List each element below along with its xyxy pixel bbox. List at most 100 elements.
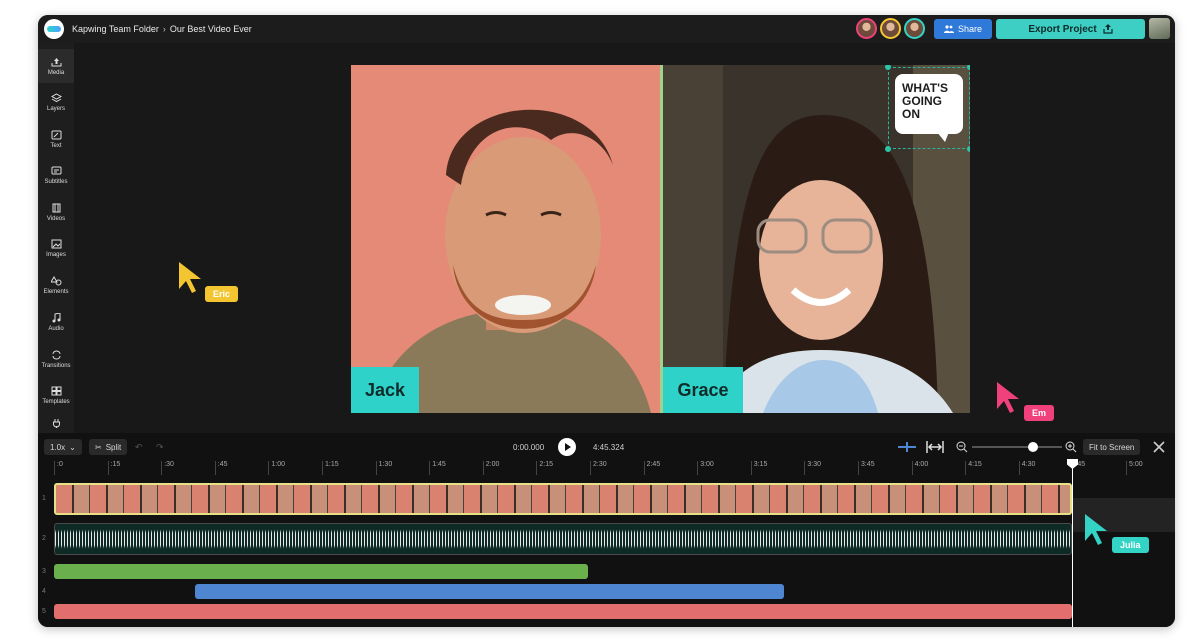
share-button[interactable]: Share	[934, 19, 992, 39]
breadcrumb-folder[interactable]: Kapwing Team Folder	[72, 24, 159, 34]
ruler-tick: 3:15	[750, 461, 767, 475]
templates-icon	[51, 386, 61, 395]
redo-icon[interactable]: ↷	[156, 442, 164, 453]
speech-bubble-sticker[interactable]: WHAT'S GOING ON	[895, 74, 963, 134]
zoom-slider[interactable]	[972, 442, 1062, 452]
track-number: 3	[42, 568, 46, 575]
editor-canvas[interactable]: Jack Grace WHAT'S GOING ON Eric Em	[74, 43, 1175, 433]
top-bar: Kapwing Team Folder › Our Best Video Eve…	[38, 15, 1175, 43]
export-label: Export Project	[1028, 23, 1097, 35]
track-number: 5	[42, 608, 46, 615]
cursor-pointer-icon	[997, 382, 1019, 413]
ruler-tick: :15	[107, 461, 120, 475]
name-tag-jack[interactable]: Jack	[351, 367, 419, 413]
person-image-jack	[351, 65, 661, 413]
fit-to-screen-button[interactable]: Fit to Screen	[1083, 439, 1141, 455]
resize-handle[interactable]	[885, 146, 891, 152]
video-layer-jack[interactable]: Jack	[351, 65, 661, 413]
playback-speed-dropdown[interactable]: 1.0x ⌄	[44, 439, 82, 455]
sidebar-item-label: Transitions	[41, 362, 71, 369]
ruler-tick: :30	[161, 461, 174, 475]
resize-handle[interactable]	[967, 146, 970, 152]
ruler-tick: 3:30	[804, 461, 821, 475]
avatar[interactable]	[880, 18, 901, 39]
avatar[interactable]	[904, 18, 925, 39]
export-project-button[interactable]: Export Project	[996, 19, 1145, 39]
breadcrumb-separator: ›	[162, 24, 166, 34]
kapwing-logo[interactable]	[44, 19, 64, 39]
sidebar-item-plugins[interactable]	[38, 415, 74, 431]
fit-label: Fit to Screen	[1089, 442, 1135, 452]
plug-icon	[52, 418, 60, 428]
timeline-ruler[interactable]: :0:15:30:45 1:00 1:15 1:30 1:45 2:00 2:15 2:30 2…	[54, 461, 1175, 475]
split-button[interactable]: ✂ Split	[89, 439, 128, 455]
sidebar-item-label: Layers	[46, 105, 65, 112]
people-icon	[943, 25, 954, 33]
sidebar-item-images[interactable]: Images	[38, 231, 74, 265]
layers-icon	[50, 92, 62, 102]
ruler-tick: 1:30	[375, 461, 392, 475]
ruler-tick: 1:45	[429, 461, 446, 475]
zoom-in-icon[interactable]	[1065, 441, 1077, 453]
cursor-pointer-icon	[179, 262, 201, 293]
ruler-tick: 4:00	[911, 461, 928, 475]
clip-bar-green[interactable]	[54, 564, 588, 579]
images-icon	[51, 239, 61, 248]
play-button[interactable]	[558, 438, 576, 456]
track-number: 2	[42, 535, 46, 542]
name-tag-grace[interactable]: Grace	[663, 367, 743, 413]
sidebar-item-videos[interactable]: Videos	[38, 195, 74, 229]
sidebar-item-text[interactable]: Text	[38, 122, 74, 156]
breadcrumb-project-title[interactable]: Our Best Video Ever	[170, 24, 252, 34]
sidebar-item-layers[interactable]: Layers	[38, 85, 74, 119]
sidebar-item-label: Elements	[43, 288, 69, 295]
total-duration: 4:45.324	[593, 443, 625, 452]
clip-bar-blue[interactable]	[195, 584, 784, 599]
fit-width-icon[interactable]	[926, 441, 944, 453]
sidebar-item-elements[interactable]: Elements	[38, 268, 74, 302]
video-composition[interactable]: Jack Grace WHAT'S GOING ON	[351, 65, 970, 413]
resize-handle[interactable]	[967, 65, 970, 70]
sticker-selection-box[interactable]: WHAT'S GOING ON	[885, 65, 970, 152]
sidebar-item-label: Images	[46, 251, 66, 258]
collaborator-cursor-label-eric: Eric	[205, 286, 239, 302]
sidebar-item-subtitles[interactable]: Subtitles	[38, 158, 74, 192]
current-time: 0:00.000	[513, 443, 545, 452]
timeline-toolbar: 1.0x ⌄ ✂ Split ↶ ↷ 0:00.000 4:45.324 Fit…	[38, 433, 1175, 461]
subtitles-icon	[51, 166, 61, 174]
undo-icon[interactable]: ↶	[135, 442, 143, 453]
chevron-down-icon: ⌄	[69, 442, 76, 452]
audio-clip-track[interactable]	[54, 523, 1072, 555]
ruler-tick: 3:45	[858, 461, 875, 475]
export-icon	[1103, 24, 1113, 34]
sidebar-item-audio[interactable]: Audio	[38, 305, 74, 339]
ruler-tick: 2:45	[643, 461, 660, 475]
share-label: Share	[957, 24, 983, 34]
video-clip-track[interactable]	[54, 483, 1072, 515]
sidebar-item-media[interactable]: Media	[38, 49, 74, 83]
sidebar-item-label: Videos	[46, 215, 66, 222]
sidebar-item-label: Subtitles	[44, 178, 68, 185]
track-number: 4	[42, 588, 46, 595]
ruler-tick: 2:30	[590, 461, 607, 475]
sidebar-item-transitions[interactable]: Transitions	[38, 342, 74, 376]
ruler-tick: 3:00	[697, 461, 714, 475]
speech-bubble-tail	[937, 132, 949, 142]
zoom-slider-thumb[interactable]	[1028, 442, 1039, 452]
clip-bar-red[interactable]	[54, 604, 1072, 619]
zoom-out-icon[interactable]	[956, 441, 968, 453]
user-profile-avatar[interactable]	[1149, 18, 1170, 39]
sidebar-item-label: Audio	[48, 325, 64, 332]
close-icon[interactable]	[1153, 441, 1165, 453]
ruler-tick: 2:00	[482, 461, 499, 475]
snap-icon[interactable]	[898, 442, 916, 452]
sidebar-item-label: Text	[50, 142, 62, 149]
ruler-tick: 5:00	[1126, 461, 1143, 475]
sidebar-item-label: Media	[47, 69, 65, 76]
sidebar-item-templates[interactable]: Templates	[38, 378, 74, 412]
avatar[interactable]	[856, 18, 877, 39]
resize-handle[interactable]	[885, 65, 891, 70]
scissors-icon: ✂	[95, 442, 102, 452]
playhead-line[interactable]	[1072, 461, 1073, 627]
transitions-icon	[52, 350, 60, 359]
